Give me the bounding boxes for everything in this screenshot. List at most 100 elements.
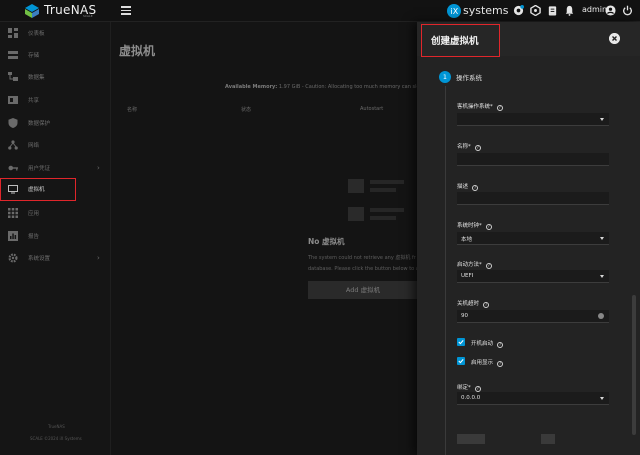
sidebar-item-network[interactable]: 网络 <box>0 136 111 156</box>
clipboard-tasks-icon[interactable] <box>547 5 558 16</box>
sidebar-item-data-protection[interactable]: 数据保护 <box>0 114 111 134</box>
boot-method-select[interactable]: UEFI <box>457 270 609 283</box>
help-icon[interactable]: ? <box>496 105 503 111</box>
sidebar-item-system-settings[interactable]: 系统设置 › <box>0 249 111 269</box>
sidebar-item-dashboard[interactable]: 仪表板 <box>0 24 111 44</box>
empty-placeholder-line <box>370 208 404 212</box>
check-icon <box>458 359 464 364</box>
system-clock-select[interactable]: 本地 <box>457 232 609 245</box>
autostart-label: 开机启动? <box>471 339 504 348</box>
empty-placeholder-icon <box>348 207 364 221</box>
apps-icon <box>8 208 18 218</box>
enable-display-checkbox[interactable] <box>457 357 465 365</box>
help-icon[interactable]: ? <box>497 342 504 348</box>
sidebar-item-label: 应用 <box>28 211 40 217</box>
sidebar-item-label: 报告 <box>28 234 40 240</box>
field-label-text: 关机超时 <box>457 301 480 307</box>
truenas-logo-icon <box>25 4 39 18</box>
help-icon[interactable]: ? <box>485 224 492 230</box>
empty-placeholder-line <box>370 188 396 192</box>
sidebar-item-credentials[interactable]: 用户凭证 › <box>0 159 111 179</box>
column-header-autostart[interactable]: Autostart <box>360 106 383 112</box>
checkbox-label-text: 启用显示 <box>471 360 494 366</box>
clear-icon[interactable] <box>598 313 604 319</box>
menu-toggle-icon[interactable] <box>121 6 131 15</box>
dropdown-caret-icon <box>600 118 604 121</box>
help-icon[interactable]: ? <box>472 185 479 191</box>
checkbox-label-text: 开机启动 <box>471 341 494 347</box>
sidebar-item-label: 网络 <box>28 143 40 149</box>
sidebar-item-apps[interactable]: 应用 <box>0 204 111 224</box>
bind-label: 绑定*? <box>457 383 481 392</box>
system-clock-label: 系统时钟*? <box>457 221 492 230</box>
shutdown-timeout-input[interactable]: 90 <box>457 310 609 323</box>
create-vm-panel: 创建虚拟机 1 操作系统 客机操作系统*? 名称*? 描述? 系统时钟*? 本地… <box>417 22 640 455</box>
field-label-text: 启动方法* <box>457 262 482 268</box>
field-label-text: 绑定* <box>457 385 471 391</box>
sidebar-item-label: 存储 <box>28 53 40 59</box>
sidebar-item-reporting[interactable]: 报告 <box>0 227 111 247</box>
chevron-right-icon: › <box>97 164 100 172</box>
description-input[interactable] <box>457 192 609 205</box>
dropdown-caret-icon <box>600 275 604 278</box>
guest-os-select[interactable] <box>457 113 609 126</box>
field-value: 0.0.0.0 <box>461 395 481 401</box>
notifications-bell-icon[interactable] <box>564 5 575 16</box>
sidebar-item-shares[interactable]: 共享 <box>0 91 111 111</box>
sidebar-footer-copyright: SCALE ©2024 iX Systems <box>30 436 82 441</box>
datasets-icon <box>8 72 18 81</box>
guest-os-label: 客机操作系统*? <box>457 102 503 111</box>
dropdown-caret-icon <box>600 397 604 400</box>
sidebar-item-label: 用户凭证 <box>28 166 51 172</box>
help-icon[interactable]: ? <box>474 145 481 151</box>
panel-scrollbar[interactable] <box>632 295 636 435</box>
sidebar-item-label: 数据保护 <box>28 121 51 127</box>
power-icon[interactable] <box>622 5 633 16</box>
name-input[interactable] <box>457 153 609 166</box>
reporting-icon <box>8 231 18 241</box>
step-label: 操作系统 <box>456 74 482 82</box>
account-icon[interactable] <box>605 5 616 16</box>
field-value: 90 <box>461 313 468 319</box>
obscured-field <box>541 434 555 444</box>
sidebar-footer-product: TrueNAS <box>48 424 65 429</box>
autostart-checkbox[interactable] <box>457 338 465 346</box>
gear-icon <box>8 253 18 263</box>
column-header-name[interactable]: 名称 <box>127 106 137 113</box>
app-window: TrueNAS SCALE iX systems admin 仪表板 存储 数据… <box>0 0 640 455</box>
empty-state-description: The system could not retrieve any 虚拟机 fr… <box>308 253 418 275</box>
sidebar-item-datasets[interactable]: 数据集 <box>0 68 111 88</box>
empty-placeholder-line <box>370 216 396 220</box>
empty-state-line: The system could not retrieve any 虚拟机 fr <box>308 255 416 261</box>
chevron-right-icon: › <box>97 254 100 262</box>
truecommand-icon[interactable] <box>513 5 524 16</box>
data-protection-icon <box>8 118 18 128</box>
stepper-line <box>445 86 446 455</box>
top-bar: TrueNAS SCALE iX systems admin <box>0 0 640 22</box>
column-header-state[interactable]: 状态 <box>241 106 251 113</box>
shares-icon <box>8 96 18 104</box>
empty-state-title: No 虚拟机 <box>308 237 345 246</box>
boot-method-label: 启动方法*? <box>457 260 492 269</box>
username-label[interactable]: admin <box>582 5 607 14</box>
ixsystems-logo-icon: iX <box>447 4 461 18</box>
sidebar: 仪表板 存储 数据集 共享 数据保护 网络 用户凭证 › 虚拟机 应用 报告 系… <box>0 22 111 455</box>
help-icon[interactable]: ? <box>485 263 492 269</box>
bind-select[interactable]: 0.0.0.0 <box>457 392 609 405</box>
available-memory: Available Memory: 1.97 GiB - Caution: Al… <box>225 84 420 90</box>
shutdown-timeout-label: 关机超时? <box>457 299 490 308</box>
add-vm-button[interactable]: Add 虚拟机 <box>308 281 418 299</box>
highlight-box-virtualization <box>0 178 76 201</box>
field-label-text: 系统时钟* <box>457 223 482 229</box>
highlight-box-panel-title <box>421 24 500 57</box>
memory-label: Available Memory: <box>225 84 278 90</box>
sidebar-item-label: 仪表板 <box>28 31 45 37</box>
sidebar-item-storage[interactable]: 存储 <box>0 46 111 66</box>
help-icon[interactable]: ? <box>497 361 504 367</box>
help-icon[interactable]: ? <box>483 302 490 308</box>
close-icon[interactable] <box>609 33 620 44</box>
directory-services-icon[interactable] <box>530 5 541 16</box>
field-label-text: 名称* <box>457 144 471 150</box>
sidebar-item-label: 共享 <box>28 98 40 104</box>
field-label-text: 描述 <box>457 184 469 190</box>
